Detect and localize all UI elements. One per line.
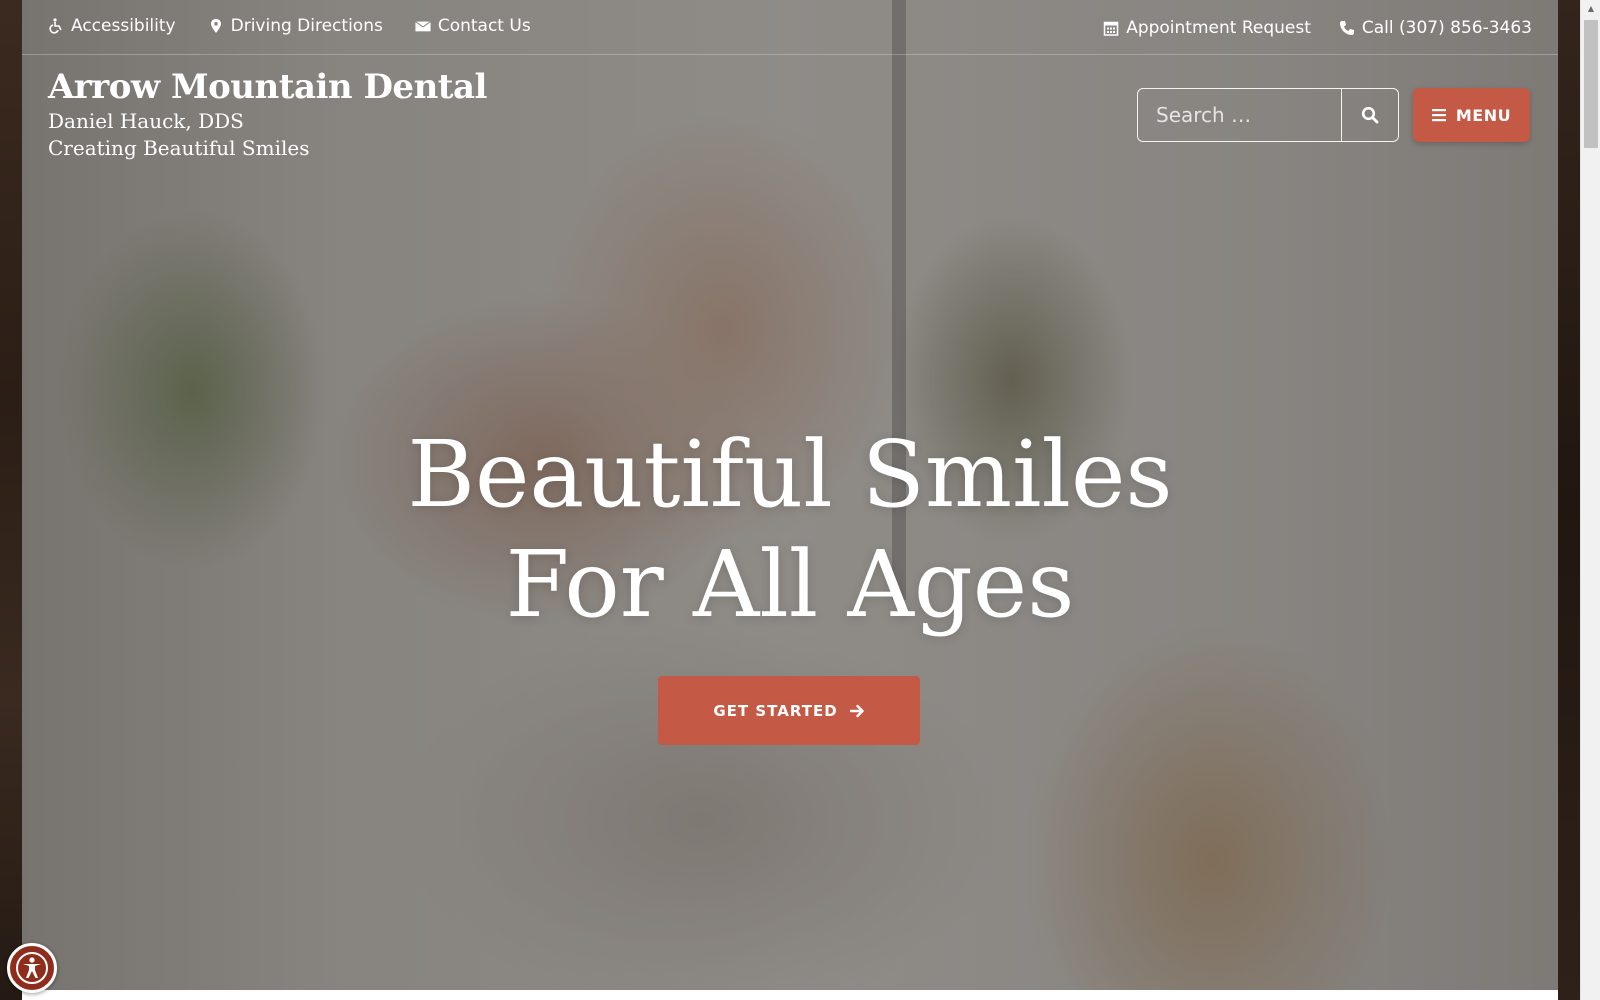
search-icon xyxy=(1361,106,1379,124)
driving-directions-link[interactable]: Driving Directions xyxy=(208,16,383,36)
accessibility-label: Accessibility xyxy=(71,16,176,36)
accessibility-link[interactable]: Accessibility xyxy=(48,16,176,36)
appointment-request-link[interactable]: Appointment Request xyxy=(1103,18,1311,38)
scroll-up-arrow-icon[interactable]: ▲ xyxy=(1581,0,1600,18)
menu-button[interactable]: MENU xyxy=(1413,88,1530,142)
hero-headline: Beautiful Smiles For All Ages xyxy=(22,420,1558,640)
wheelchair-icon xyxy=(49,18,62,34)
contact-us-label: Contact Us xyxy=(437,16,531,36)
hero-headline-line-2: For All Ages xyxy=(505,531,1075,638)
search-button[interactable] xyxy=(1341,89,1398,141)
practice-name: Arrow Mountain Dental xyxy=(48,67,487,107)
utility-links-left: Accessibility Driving Directions Contact… xyxy=(48,16,531,36)
map-marker-icon xyxy=(210,19,221,33)
vertical-scrollbar[interactable]: ▲ xyxy=(1580,0,1600,1000)
call-phone-link[interactable]: Call (307) 856-3463 xyxy=(1339,18,1532,38)
calendar-icon xyxy=(1103,21,1119,36)
hero-headline-line-1: Beautiful Smiles xyxy=(407,421,1173,528)
contact-us-link[interactable]: Contact Us xyxy=(414,16,531,36)
utility-links-right: Appointment Request Call (307) 856-3463 xyxy=(1103,18,1532,38)
envelope-icon xyxy=(414,21,431,32)
left-wood-border xyxy=(0,0,22,1000)
doctor-name: Daniel Hauck, DDS xyxy=(48,109,244,133)
appointment-request-label: Appointment Request xyxy=(1126,18,1311,38)
get-started-label: GET STARTED xyxy=(713,701,838,720)
accessibility-person-icon xyxy=(16,952,48,984)
scrollbar-thumb[interactable] xyxy=(1584,20,1598,148)
phone-icon xyxy=(1339,21,1354,35)
driving-directions-label: Driving Directions xyxy=(230,16,383,36)
utility-bar: Accessibility Driving Directions Contact… xyxy=(22,0,1558,55)
get-started-button[interactable]: GET STARTED xyxy=(658,676,920,745)
accessibility-widget-button[interactable] xyxy=(7,943,57,993)
menu-label: MENU xyxy=(1455,105,1512,125)
brand-logo[interactable]: Arrow Mountain Dental Daniel Hauck, DDS … xyxy=(48,66,487,162)
practice-tagline: Creating Beautiful Smiles xyxy=(48,136,310,160)
right-wood-border xyxy=(1558,0,1580,1000)
arrow-right-icon xyxy=(849,704,864,717)
content-section-top xyxy=(22,990,1558,1000)
search-form xyxy=(1137,88,1399,142)
search-input[interactable] xyxy=(1138,89,1341,141)
hamburger-icon xyxy=(1431,109,1446,122)
call-phone-label: Call (307) 856-3463 xyxy=(1361,18,1532,38)
